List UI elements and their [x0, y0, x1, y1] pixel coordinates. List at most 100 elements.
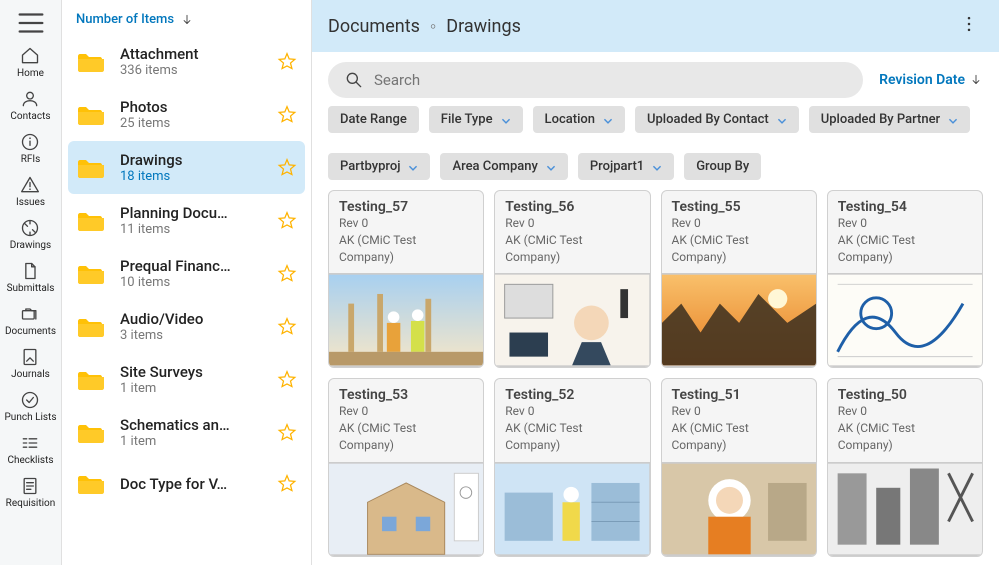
- card-owner: AK (CMiC Test Company): [505, 420, 639, 454]
- star-icon[interactable]: [277, 370, 297, 390]
- card-thumbnail: [495, 462, 649, 556]
- arrow-down-icon: [969, 73, 983, 87]
- filter-chip[interactable]: File Type: [429, 106, 523, 133]
- arrow-down-icon: [180, 13, 194, 27]
- rail-item-rfis[interactable]: RFIs: [5, 126, 57, 169]
- document-card[interactable]: Testing_56 Rev 0 AK (CMiC Test Company): [494, 190, 650, 368]
- rail-item-home[interactable]: Home: [5, 40, 57, 83]
- rail-item-label: Home: [17, 68, 44, 79]
- star-icon[interactable]: [277, 264, 297, 284]
- card-title: Testing_50: [838, 387, 972, 403]
- folder-item[interactable]: Drawings 18 items: [68, 141, 305, 194]
- sort-button[interactable]: Revision Date: [879, 72, 983, 88]
- rail-item-submittals[interactable]: Submittals: [5, 255, 57, 298]
- filter-chip[interactable]: Area Company: [440, 153, 567, 180]
- document-card[interactable]: Testing_55 Rev 0 AK (CMiC Test Company): [661, 190, 817, 368]
- rail-item-label: Punch Lists: [5, 412, 57, 423]
- chip-label: Uploaded By Partner: [821, 112, 940, 127]
- rail-item-checklists[interactable]: Checklists: [5, 427, 57, 470]
- folder-item[interactable]: Audio/Video 3 items: [62, 300, 311, 353]
- rail-item-label: Documents: [5, 326, 56, 337]
- folder-sort-header[interactable]: Number of Items: [62, 0, 311, 35]
- rail-item-label: Journals: [11, 369, 50, 380]
- folder-item[interactable]: Schematics an… 1 item: [62, 406, 311, 459]
- chip-label: Partbyproj: [340, 159, 400, 174]
- star-icon[interactable]: [277, 158, 297, 178]
- chip-label: File Type: [441, 112, 493, 127]
- document-card[interactable]: Testing_51 Rev 0 AK (CMiC Test Company): [661, 378, 817, 556]
- filter-chip[interactable]: Location: [533, 106, 625, 133]
- filter-chip[interactable]: Projpart1: [578, 153, 674, 180]
- folder-item[interactable]: Site Surveys 1 item: [62, 353, 311, 406]
- document-card[interactable]: Testing_50 Rev 0 AK (CMiC Test Company): [827, 378, 983, 556]
- sort-label: Revision Date: [879, 72, 965, 88]
- star-icon[interactable]: [277, 423, 297, 443]
- filter-chip[interactable]: Group By: [684, 153, 761, 180]
- document-card[interactable]: Testing_53 Rev 0 AK (CMiC Test Company): [328, 378, 484, 556]
- document-card[interactable]: Testing_54 Rev 0 AK (CMiC Test Company): [827, 190, 983, 368]
- rail-item-contacts[interactable]: Contacts: [5, 83, 57, 126]
- card-revision: Rev 0: [838, 215, 972, 232]
- breadcrumb: Documents ◦ Drawings: [312, 0, 999, 52]
- folder-icon: [76, 259, 106, 289]
- card-owner: AK (CMiC Test Company): [838, 232, 972, 266]
- more-menu-button[interactable]: [955, 10, 983, 42]
- main-area: Documents ◦ Drawings Revision Date Date …: [312, 0, 999, 565]
- card-title: Testing_55: [672, 199, 806, 215]
- breadcrumb-sep: ◦: [430, 16, 436, 37]
- card-revision: Rev 0: [672, 403, 806, 420]
- folder-icon: [76, 153, 106, 183]
- card-title: Testing_51: [672, 387, 806, 403]
- filter-chip[interactable]: Date Range: [328, 106, 419, 133]
- folder-item[interactable]: Doc Type for V…: [62, 459, 311, 509]
- rail-item-punchlists[interactable]: Punch Lists: [5, 384, 57, 427]
- card-title: Testing_53: [339, 387, 473, 403]
- folder-count: 18 items: [120, 169, 263, 184]
- star-icon[interactable]: [277, 317, 297, 337]
- search-input[interactable]: [374, 71, 847, 89]
- journals-icon: [20, 347, 40, 367]
- rail-item-requisition[interactable]: Requisition: [5, 470, 57, 513]
- punchlists-icon: [20, 390, 40, 410]
- caret-down-icon: [501, 115, 511, 125]
- folder-icon: [76, 47, 106, 77]
- folder-sort-label[interactable]: Number of Items: [76, 12, 174, 27]
- folder-name: Schematics an…: [120, 416, 263, 434]
- folder-name: Planning Docu…: [120, 204, 263, 222]
- home-icon: [20, 46, 40, 66]
- submittals-icon: [20, 261, 40, 281]
- caret-down-icon: [408, 162, 418, 172]
- folder-name: Audio/Video: [120, 310, 263, 328]
- filter-chip[interactable]: Partbyproj: [328, 153, 430, 180]
- search-box[interactable]: [328, 62, 863, 98]
- folder-item[interactable]: Attachment 336 items: [62, 35, 311, 88]
- star-icon[interactable]: [277, 105, 297, 125]
- card-revision: Rev 0: [672, 215, 806, 232]
- folder-count: 10 items: [120, 275, 263, 290]
- filter-chip[interactable]: Uploaded By Contact: [635, 106, 799, 133]
- filter-chip[interactable]: Uploaded By Partner: [809, 106, 970, 133]
- document-card[interactable]: Testing_57 Rev 0 AK (CMiC Test Company): [328, 190, 484, 368]
- document-card[interactable]: Testing_52 Rev 0 AK (CMiC Test Company): [494, 378, 650, 556]
- rail-item-documents[interactable]: Documents: [5, 298, 57, 341]
- star-icon[interactable]: [277, 52, 297, 72]
- menu-button[interactable]: [14, 6, 48, 40]
- caret-down-icon: [948, 115, 958, 125]
- breadcrumb-root[interactable]: Documents: [328, 16, 420, 37]
- rail-item-journals[interactable]: Journals: [5, 341, 57, 384]
- card-owner: AK (CMiC Test Company): [339, 232, 473, 266]
- breadcrumb-current: Drawings: [446, 16, 521, 37]
- rail-item-drawings[interactable]: Drawings: [5, 212, 57, 255]
- rail-item-issues[interactable]: Issues: [5, 169, 57, 212]
- star-icon[interactable]: [277, 211, 297, 231]
- star-icon[interactable]: [277, 474, 297, 494]
- folder-count: 11 items: [120, 222, 263, 237]
- rail-item-label: Checklists: [7, 455, 53, 466]
- nav-rail: Home ContactsRFIsIssuesDrawingsSubmittals…: [0, 0, 62, 565]
- folder-item[interactable]: Prequal Financ… 10 items: [62, 247, 311, 300]
- folder-item[interactable]: Planning Docu… 11 items: [62, 194, 311, 247]
- folder-icon: [76, 312, 106, 342]
- rfis-icon: [20, 132, 40, 152]
- rail-item-label: Requisition: [6, 498, 56, 509]
- folder-item[interactable]: Photos 25 items: [62, 88, 311, 141]
